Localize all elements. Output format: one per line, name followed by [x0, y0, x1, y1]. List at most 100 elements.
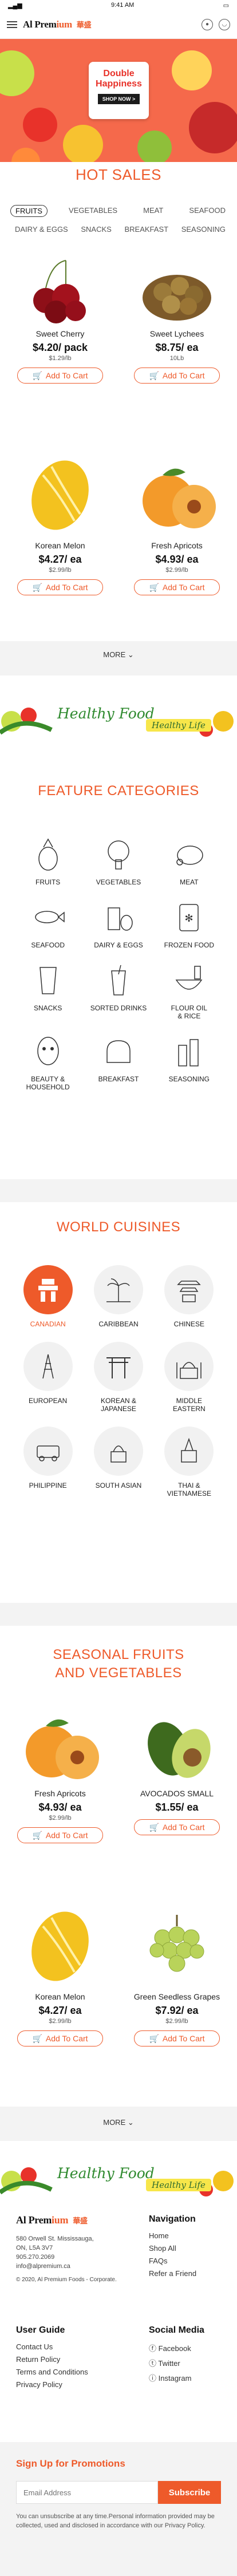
add-to-cart-label: Add To Cart — [162, 371, 205, 380]
category-seasoning[interactable]: SEASONING — [154, 1033, 224, 1091]
footer-logo[interactable]: Al Premium 華盛 — [16, 2214, 131, 2226]
add-to-cart-label: Add To Cart — [45, 1831, 88, 1840]
categories-grid: FRUITS VEGETABLES MEAT SEAFOOD DAIRY & E… — [13, 836, 224, 1091]
cuisine-canadian[interactable]: CANADIAN — [13, 1265, 83, 1328]
signal-icon: ▂▄▆ — [8, 2, 22, 9]
footer-navigation: Navigation Home Shop All FAQs Refer a Fr… — [149, 2214, 229, 2282]
menu-icon[interactable] — [7, 21, 17, 28]
user-icon[interactable]: ● — [202, 18, 213, 30]
logo[interactable]: Al Premium 華盛 — [23, 18, 92, 30]
footer-link-terms[interactable]: Terms and Conditions — [16, 2368, 131, 2376]
product-card[interactable]: Fresh Apricots $4.93/ ea $2.99/lb 🛒 Add T… — [128, 452, 226, 595]
email-address[interactable]: info@alpremium.ca — [16, 2262, 131, 2271]
category-sorted-drinks[interactable]: SORTED DRINKS — [83, 962, 153, 1020]
category-dairy-eggs[interactable]: DAIRY & EGGS — [83, 899, 153, 949]
cart-icon[interactable]: ◡ — [219, 18, 230, 30]
tab-seafood[interactable]: SEAFOOD — [184, 205, 230, 217]
tab-breakfast[interactable]: BREAKFAST — [120, 224, 173, 235]
cuisine-middle-eastern[interactable]: MIDDLE EASTERN — [154, 1342, 224, 1413]
divider-strip — [0, 1603, 237, 1626]
face-mask-icon — [30, 1033, 66, 1069]
logo-accent: ium — [52, 2214, 69, 2226]
category-breakfast[interactable]: BREAKFAST — [83, 1033, 153, 1091]
footer-link-home[interactable]: Home — [149, 2231, 229, 2240]
add-to-cart-button[interactable]: 🛒 Add To Cart — [17, 579, 103, 595]
tab-vegetables[interactable]: VEGETABLES — [64, 205, 122, 217]
product-unit: $2.99/lb — [49, 2018, 72, 2025]
footer-link-contact[interactable]: Contact Us — [16, 2342, 131, 2351]
pagoda-icon — [164, 1265, 214, 1314]
add-to-cart-button[interactable]: 🛒 Add To Cart — [17, 368, 103, 384]
product-card[interactable]: Fresh Apricots $4.93/ ea $2.99/lb 🛒 Add T… — [11, 1703, 109, 1843]
footer-heading: User Guide — [16, 2325, 65, 2335]
product-card[interactable]: AVOCADOS SMALL $1.55/ ea 🛒 Add To Cart — [128, 1703, 226, 1835]
footer-link-faqs[interactable]: FAQs — [149, 2257, 229, 2265]
add-to-cart-button[interactable]: 🛒 Add To Cart — [134, 579, 220, 595]
cart-icon: 🛒 — [32, 370, 42, 380]
instagram-label: Instagram — [158, 2374, 192, 2383]
tab-fruits[interactable]: FRUITS — [10, 205, 48, 217]
header: Al Premium 華盛 ● ◡ — [0, 10, 237, 39]
add-to-cart-button[interactable]: 🛒 Add To Cart — [134, 2030, 220, 2046]
add-to-cart-button[interactable]: 🛒 Add To Cart — [17, 2030, 103, 2046]
more-link[interactable]: MORE ⌄ — [0, 2118, 237, 2127]
cart-icon: 🛒 — [32, 2033, 42, 2043]
logo-chinese: 華盛 — [76, 20, 92, 29]
product-card[interactable]: Sweet Cherry $4.20/ pack $1.29/lb 🛒 Add T… — [11, 252, 109, 384]
instagram-link[interactable]: ⓘ Instagram — [149, 2372, 229, 2383]
product-card[interactable]: Sweet Lychees $8.75/ ea 10Lb 🛒 Add To Car… — [128, 252, 226, 384]
twitter-label: Twitter — [158, 2359, 180, 2368]
footer-link-refer[interactable]: Refer a Friend — [149, 2269, 229, 2278]
logo-main: Al Prem — [23, 18, 57, 30]
divider-strip — [0, 1179, 237, 1202]
tab-dairy-eggs[interactable]: DAIRY & EGGS — [10, 224, 73, 235]
more-link[interactable]: MORE ⌄ — [0, 650, 237, 659]
facebook-link[interactable]: ⓕ Facebook — [149, 2342, 229, 2353]
add-to-cart-button[interactable]: 🛒 Add To Cart — [134, 368, 220, 384]
product-price: $8.75/ ea — [155, 342, 199, 353]
footer-link-return[interactable]: Return Policy — [16, 2355, 131, 2364]
cuisine-south-asian[interactable]: SOUTH ASIAN — [83, 1427, 153, 1498]
tab-meat[interactable]: MEAT — [139, 205, 168, 217]
category-snacks[interactable]: SNACKS — [13, 962, 83, 1020]
add-to-cart-button[interactable]: 🛒 Add To Cart — [17, 1827, 103, 1843]
twitter-link[interactable]: ⓣ Twitter — [149, 2357, 229, 2368]
hero-banner[interactable]: Double Happiness SHOP NOW > — [0, 39, 237, 162]
cuisine-korean-japanese[interactable]: KOREAN & JAPANESE — [83, 1342, 153, 1413]
tab-snacks[interactable]: SNACKS — [76, 224, 116, 235]
cuisine-caribbean[interactable]: CARIBBEAN — [83, 1265, 153, 1328]
signup-section: Sign Up for Promotions Subscribe You can… — [0, 2442, 237, 2576]
cuisine-thai-vietnamese[interactable]: THAI & VIETNAMESE — [154, 1427, 224, 1498]
hot-sales-title: HOT SALES — [76, 166, 161, 183]
eiffel-tower-icon — [23, 1342, 73, 1391]
category-vegetables[interactable]: VEGETABLES — [83, 836, 153, 886]
subscribe-button[interactable]: Subscribe — [158, 2481, 221, 2504]
shop-now-button[interactable]: SHOP NOW > — [97, 94, 140, 104]
bread-icon — [100, 1033, 137, 1069]
cuisine-philippine[interactable]: PHILIPPINE — [13, 1427, 83, 1498]
tab-seasoning[interactable]: SEASONING — [177, 224, 230, 235]
category-fruits[interactable]: FRUITS — [13, 836, 83, 886]
cuisine-label: THAI & VIETNAMESE — [167, 1481, 211, 1498]
footer-link-privacy[interactable]: Privacy Policy — [16, 2380, 131, 2389]
category-flour-oil-rice[interactable]: FLOUR OIL & RICE — [154, 962, 224, 1020]
category-meat[interactable]: MEAT — [154, 836, 224, 886]
footer-link-shop-all[interactable]: Shop All — [149, 2244, 229, 2253]
healthy-food-text: Healthy Food — [57, 2165, 155, 2182]
snowflake-bag-icon: ✻ — [171, 899, 207, 935]
add-to-cart-button[interactable]: 🛒 Add To Cart — [134, 1819, 220, 1835]
product-unit: $2.99/lb — [165, 567, 188, 574]
phone-number[interactable]: 905.270.2069 — [16, 2253, 131, 2262]
cuisine-european[interactable]: EUROPEAN — [13, 1342, 83, 1413]
add-to-cart-label: Add To Cart — [162, 2034, 205, 2043]
email-input[interactable] — [16, 2481, 158, 2504]
category-label: VEGETABLES — [96, 878, 141, 886]
category-frozen-food[interactable]: ✻ FROZEN FOOD — [154, 899, 224, 949]
temple-icon — [164, 1427, 214, 1476]
category-beauty-household[interactable]: BEAUTY & HOUSEHOLD — [13, 1033, 83, 1091]
cuisine-chinese[interactable]: CHINESE — [154, 1265, 224, 1328]
product-card[interactable]: Korean Melon $4.27/ ea $2.99/lb 🛒 Add To … — [11, 1903, 109, 2046]
product-card[interactable]: Green Seedless Grapes $7.92/ ea $2.99/lb… — [128, 1903, 226, 2046]
product-card[interactable]: Korean Melon $4.27/ ea $2.99/lb 🛒 Add To … — [11, 452, 109, 595]
category-seafood[interactable]: SEAFOOD — [13, 899, 83, 949]
